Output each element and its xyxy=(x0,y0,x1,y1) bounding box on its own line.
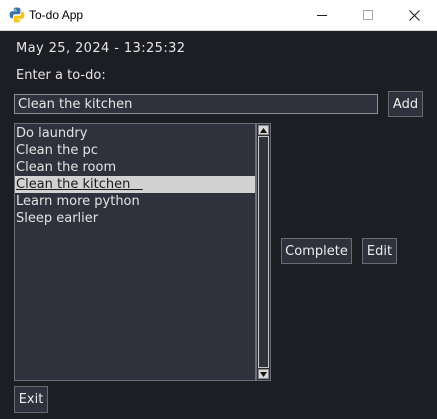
python-logo-icon xyxy=(9,7,25,23)
todo-list-item[interactable]: Clean the pc xyxy=(15,142,255,159)
todo-list-item[interactable]: Clean the kitchen xyxy=(15,176,255,193)
window-title: To-do App xyxy=(29,8,84,22)
todo-listbox[interactable]: Do laundry Clean the pc Clean the room Clea… xyxy=(14,123,256,381)
todo-list-item[interactable]: Sleep earlier xyxy=(15,210,255,227)
todo-list-item[interactable]: Clean the room xyxy=(15,159,255,176)
minimize-button[interactable] xyxy=(299,0,345,30)
add-button[interactable]: Add xyxy=(388,91,423,117)
todo-input[interactable] xyxy=(14,94,378,114)
maximize-icon xyxy=(363,10,373,20)
todo-list-item[interactable]: Do laundry xyxy=(15,125,255,142)
close-icon xyxy=(408,9,420,21)
scrollbar-thumb[interactable] xyxy=(258,136,269,368)
title-bar[interactable]: To-do App xyxy=(0,0,437,31)
todo-list-item[interactable]: Learn more python xyxy=(15,193,255,210)
datetime-label: May 25, 2024 - 13:25:32 xyxy=(16,41,186,56)
close-button[interactable] xyxy=(391,0,437,30)
maximize-button[interactable] xyxy=(345,0,391,30)
todo-list-scrollbar[interactable] xyxy=(256,123,271,381)
scroll-up-arrow-icon[interactable] xyxy=(258,125,269,135)
todo-prompt-label: Enter a to-do: xyxy=(16,68,106,83)
exit-button[interactable]: Exit xyxy=(14,386,48,413)
scroll-down-arrow-icon[interactable] xyxy=(258,369,269,379)
complete-button[interactable]: Complete xyxy=(281,238,352,264)
minimize-icon xyxy=(317,15,327,16)
edit-button[interactable]: Edit xyxy=(362,238,397,264)
